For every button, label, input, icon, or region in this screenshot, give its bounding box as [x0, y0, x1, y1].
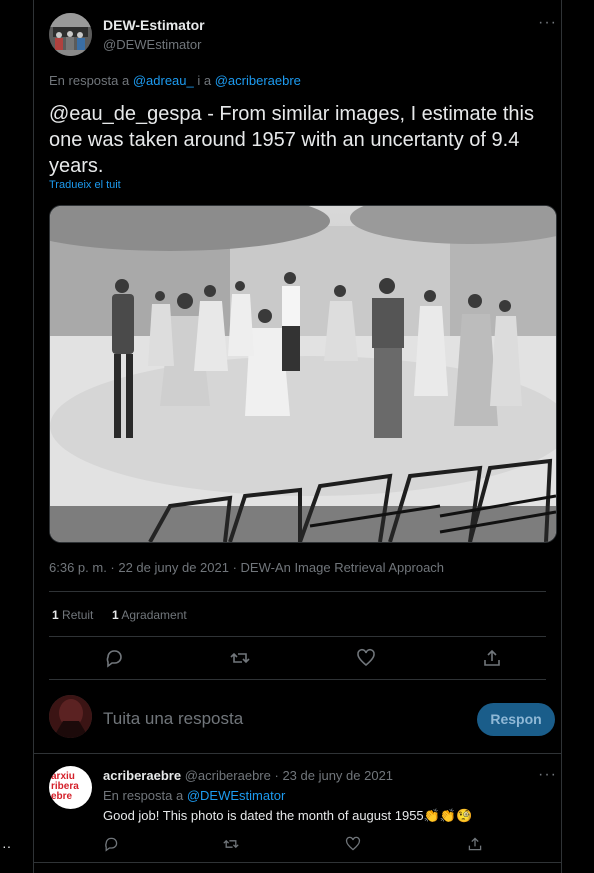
reply-icon[interactable] [104, 648, 124, 673]
reply-date[interactable]: · 23 de juny de 2021 [275, 768, 394, 783]
user-avatar[interactable] [49, 695, 92, 738]
reply-replying-to: En resposta a @DEWEstimator [103, 788, 285, 803]
reply-author-avatar[interactable]: arxiu ribera ebre [49, 766, 92, 809]
reply-icon[interactable] [103, 836, 119, 857]
retweets-stat[interactable]: 1 Retuit [52, 608, 93, 622]
share-icon[interactable] [482, 648, 502, 673]
divider [49, 679, 546, 680]
like-icon[interactable] [356, 648, 376, 673]
reply-header: acriberaebre @acriberaebre · 23 de juny … [103, 768, 393, 783]
replying-to-prefix: En resposta a [49, 73, 130, 88]
tweet-text: @eau_de_gespa - From similar images, I e… [49, 103, 534, 177]
reply-compose-input[interactable]: Tuita una resposta [103, 709, 243, 729]
author-name[interactable]: DEW-Estimator [103, 17, 205, 33]
reply-more-options-button[interactable]: ··· [538, 766, 557, 784]
retweet-icon[interactable] [230, 648, 250, 673]
avatar-logo-text: arxiu ribera ebre [49, 772, 92, 802]
translate-tweet-link[interactable]: Tradueix el tuit [49, 179, 121, 191]
author-avatar[interactable] [49, 13, 92, 56]
left-edge-dots: ·· [2, 838, 12, 854]
likes-count: 1 [112, 608, 119, 622]
reply-replying-to-link[interactable]: @DEWEstimator [187, 788, 285, 803]
divider [34, 753, 561, 754]
replying-to-connector: i a [197, 73, 212, 88]
avatar-logo-line-3: ebre [51, 791, 73, 802]
reply-replying-to-prefix: En resposta a [103, 788, 184, 803]
retweets-label: Retuit [62, 608, 94, 622]
tweet-photo[interactable] [49, 205, 557, 543]
reply-author-name[interactable]: acriberaebre [103, 768, 181, 783]
reply-text: Good job! This photo is dated the month … [103, 808, 473, 823]
replying-to-link-1[interactable]: @adreau_ [133, 73, 194, 88]
timeline-column: DEW-Estimator @DEWEstimator ··· En respo… [33, 0, 562, 873]
divider [49, 591, 546, 592]
author-handle[interactable]: @DEWEstimator [103, 37, 201, 52]
likes-label: Agradament [121, 608, 187, 622]
replying-to: En resposta a @adreau_ i a @acriberaebre [49, 73, 301, 88]
share-icon[interactable] [467, 836, 483, 857]
replying-to-link-2[interactable]: @acriberaebre [215, 73, 301, 88]
divider [49, 636, 546, 637]
reply-author-handle[interactable]: @acriberaebre [185, 768, 271, 783]
likes-stat[interactable]: 1 Agradament [112, 608, 187, 622]
retweets-count: 1 [52, 608, 59, 622]
reply-button[interactable]: Respon [477, 703, 555, 736]
like-icon[interactable] [345, 836, 361, 857]
divider [34, 862, 561, 863]
more-options-button[interactable]: ··· [538, 14, 557, 32]
tweet-meta[interactable]: 6:36 p. m. · 22 de juny de 2021 · DEW-An… [49, 560, 444, 575]
retweet-icon[interactable] [223, 836, 239, 857]
